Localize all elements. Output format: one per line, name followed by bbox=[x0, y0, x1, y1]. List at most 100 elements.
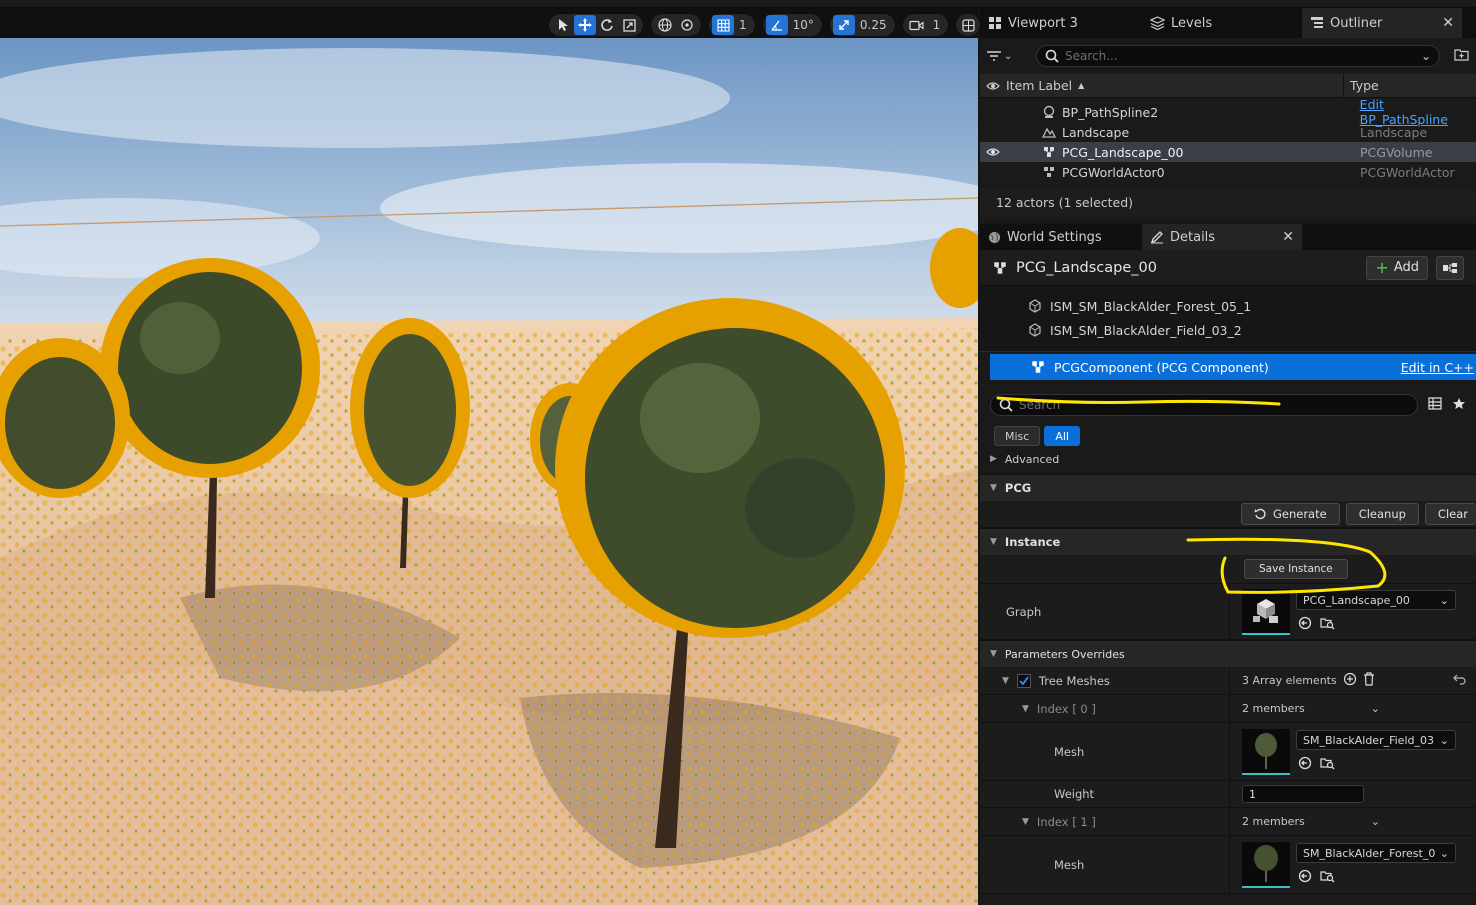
generate-button[interactable]: Generate bbox=[1240, 503, 1340, 525]
visibility-icon[interactable] bbox=[980, 147, 1006, 157]
edit-cpp-link[interactable]: Edit in C++ bbox=[1401, 360, 1476, 375]
scale-tool-icon[interactable] bbox=[618, 15, 640, 35]
outliner-row[interactable]: PCGWorldActor0 PCGWorldActor bbox=[980, 162, 1476, 182]
grid-snap-value[interactable]: 1 bbox=[734, 18, 752, 32]
add-folder-icon[interactable] bbox=[1454, 48, 1469, 64]
details-header: PCG_Landscape_00 + Add bbox=[980, 250, 1476, 286]
component-row[interactable]: ISM_SM_BlackAlder_Forest_05_1 bbox=[980, 294, 1476, 318]
browse-asset-icon[interactable] bbox=[1320, 616, 1335, 633]
mesh-thumbnail[interactable] bbox=[1242, 841, 1290, 888]
index1-row: ▼ Index [ 1 ] 2 members ⌄ bbox=[980, 808, 1476, 836]
component-label: ISM_SM_BlackAlder_Field_03_2 bbox=[1050, 322, 1242, 338]
reset-icon[interactable] bbox=[1453, 673, 1476, 688]
collapse-icon[interactable]: ▼ bbox=[1022, 817, 1029, 827]
use-selected-asset-icon[interactable] bbox=[1298, 616, 1312, 633]
outliner-row[interactable]: Landscape Landscape bbox=[980, 122, 1476, 142]
tree-meshes-checkbox[interactable] bbox=[1016, 673, 1031, 688]
col-type[interactable]: Type bbox=[1344, 78, 1379, 93]
layout-group bbox=[955, 13, 982, 37]
visibility-icon[interactable] bbox=[980, 81, 1006, 91]
collapse-icon[interactable]: ▼ bbox=[1002, 676, 1009, 686]
grid-snap-group: 1 bbox=[708, 13, 756, 37]
close-icon[interactable]: ✕ bbox=[1282, 229, 1294, 245]
viewport-layout-icon[interactable] bbox=[957, 15, 979, 35]
index1-mesh-row: Mesh SM_BlackAlder_Forest_0 ⌄ bbox=[980, 836, 1476, 894]
tab-outliner[interactable]: Outliner ✕ bbox=[1302, 8, 1462, 38]
tab-viewport3-label: Viewport 3 bbox=[1008, 15, 1078, 31]
edit-blueprint-link[interactable]: Edit BP_PathSpline bbox=[1360, 97, 1476, 127]
add-element-icon[interactable] bbox=[1343, 672, 1357, 689]
index1-mesh-value: SM_BlackAlder_Forest_0 ⌄ bbox=[1230, 836, 1476, 893]
chevron-down-icon: ⌄ bbox=[1439, 593, 1449, 607]
translate-tool-icon[interactable] bbox=[574, 15, 596, 35]
world-space-icon[interactable] bbox=[654, 15, 676, 35]
select-tool-icon[interactable] bbox=[552, 15, 574, 35]
plus-icon: + bbox=[1375, 257, 1389, 277]
chevron-down-icon[interactable]: ⌄ bbox=[1371, 702, 1380, 715]
outliner-row[interactable]: BP_PathSpline2 Edit BP_PathSpline bbox=[980, 97, 1476, 127]
camera-speed-value[interactable]: 1 bbox=[928, 18, 946, 32]
add-component-button[interactable]: + Add bbox=[1366, 255, 1428, 280]
index1-members: 2 members bbox=[1242, 815, 1305, 828]
outliner-search-input[interactable]: Search... ⌄ bbox=[1036, 45, 1440, 67]
tab-viewport3[interactable]: Viewport 3 bbox=[980, 8, 1142, 38]
tab-world-settings[interactable]: World Settings bbox=[980, 224, 1142, 250]
col-type-text: Type bbox=[1350, 78, 1379, 93]
filter-misc[interactable]: Misc bbox=[994, 426, 1041, 446]
tab-world-settings-label: World Settings bbox=[1007, 229, 1102, 245]
blueprint-convert-icon[interactable] bbox=[1436, 255, 1464, 280]
index0-name: ▼ Index [ 0 ] bbox=[980, 695, 1230, 722]
chevron-down-icon[interactable]: ⌄ bbox=[1371, 815, 1380, 828]
mesh-dropdown[interactable]: SM_BlackAlder_Field_03 ⌄ bbox=[1296, 730, 1456, 750]
index0-mesh-value: SM_BlackAlder_Field_03 ⌄ bbox=[1230, 723, 1476, 780]
advanced-toggle[interactable]: ▶ Advanced bbox=[980, 448, 1476, 470]
search-icon bbox=[1045, 49, 1059, 63]
index0-weight-label: Weight bbox=[980, 781, 1230, 807]
sort-up-icon: ▲ bbox=[1078, 81, 1085, 90]
index1-label: Index [ 1 ] bbox=[1036, 814, 1096, 829]
rotate-tool-icon[interactable] bbox=[596, 15, 618, 35]
pcg-volume-icon bbox=[1044, 147, 1054, 157]
index0-value: 2 members ⌄ bbox=[1230, 695, 1476, 722]
grid-snap-icon[interactable] bbox=[712, 15, 734, 35]
filter-all[interactable]: All bbox=[1044, 426, 1080, 446]
pcg-component-icon bbox=[1032, 361, 1044, 373]
scale-snap-value[interactable]: 0.25 bbox=[855, 18, 892, 32]
trash-icon[interactable] bbox=[1363, 672, 1375, 689]
use-selected-asset-icon[interactable] bbox=[1298, 756, 1312, 773]
col-item-label[interactable]: Item Label ▲ bbox=[1006, 73, 1344, 98]
browse-asset-icon[interactable] bbox=[1320, 756, 1335, 773]
clear-button[interactable]: Clear bbox=[1424, 503, 1476, 525]
mesh-thumbnail[interactable] bbox=[1242, 728, 1290, 775]
level-viewport[interactable] bbox=[0, 38, 978, 905]
browse-asset-icon[interactable] bbox=[1320, 869, 1335, 886]
category-param-overrides[interactable]: ▼ Parameters Overrides bbox=[980, 640, 1476, 667]
weight-input[interactable]: 1 bbox=[1242, 785, 1364, 803]
coordinate-tools bbox=[650, 13, 702, 37]
world-icon bbox=[989, 231, 1000, 243]
camera-icon[interactable] bbox=[906, 15, 928, 35]
row-type: Landscape bbox=[1360, 124, 1428, 140]
favorites-star-icon[interactable] bbox=[1452, 397, 1466, 413]
tree-meshes-label: Tree Meshes bbox=[1038, 673, 1110, 688]
close-icon[interactable]: ✕ bbox=[1442, 15, 1454, 31]
cleanup-button[interactable]: Cleanup bbox=[1345, 503, 1419, 525]
rotation-snap-value[interactable]: 10° bbox=[788, 18, 819, 32]
annotation-bracket bbox=[1186, 537, 1387, 594]
scale-snap-icon[interactable] bbox=[832, 15, 855, 35]
row-label: PCGWorldActor0 bbox=[1062, 164, 1165, 180]
surface-snap-icon[interactable] bbox=[676, 15, 698, 35]
outliner-row-selected[interactable]: PCG_Landscape_00 PCGVolume bbox=[980, 142, 1476, 162]
filter-icon[interactable]: ⌄ bbox=[986, 50, 1030, 62]
rotation-snap-icon[interactable] bbox=[765, 15, 788, 35]
tab-details[interactable]: Details ✕ bbox=[1142, 224, 1302, 250]
property-matrix-icon[interactable] bbox=[1428, 397, 1442, 413]
chevron-down-icon[interactable]: ⌄ bbox=[1421, 49, 1431, 63]
component-row[interactable]: ISM_SM_BlackAlder_Field_03_2 bbox=[980, 318, 1476, 342]
mesh-dropdown[interactable]: SM_BlackAlder_Forest_0 ⌄ bbox=[1296, 843, 1456, 863]
tab-levels[interactable]: Levels bbox=[1142, 8, 1302, 38]
category-pcg[interactable]: ▼ PCG bbox=[980, 474, 1476, 501]
collapse-icon[interactable]: ▼ bbox=[1022, 704, 1029, 714]
pcg-component-row[interactable]: PCGComponent (PCG Component) Edit in C++ bbox=[990, 354, 1476, 380]
use-selected-asset-icon[interactable] bbox=[1298, 869, 1312, 886]
